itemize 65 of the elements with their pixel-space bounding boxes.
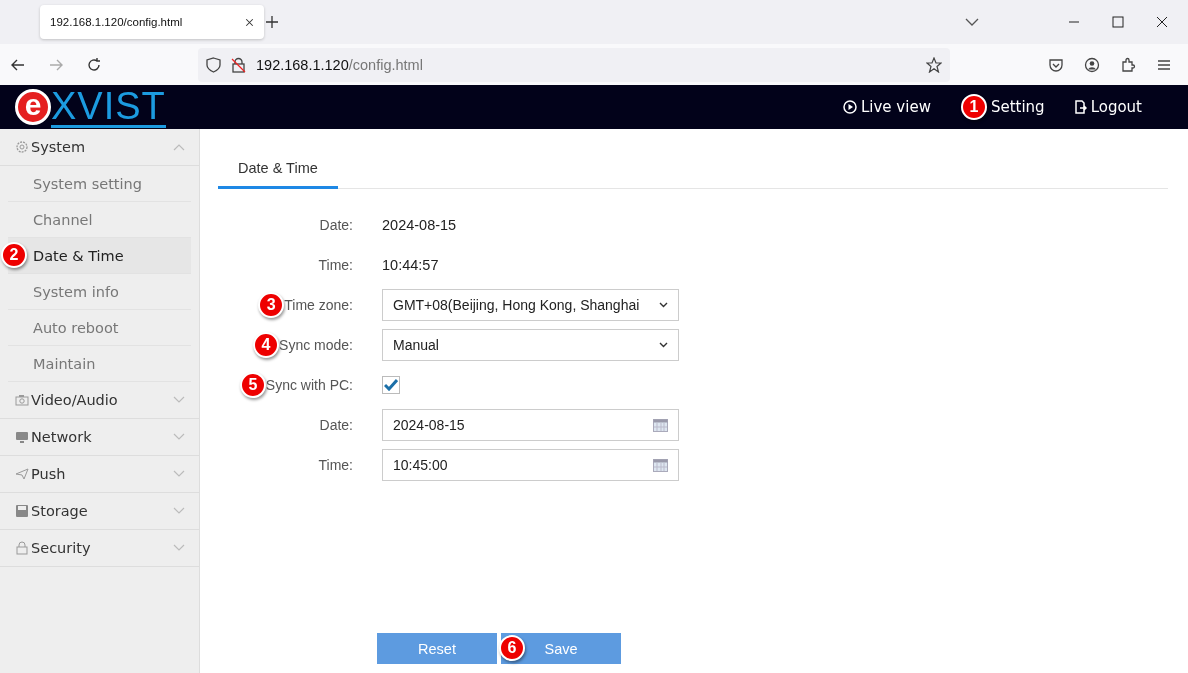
input-field[interactable]: 10:45:00 (382, 449, 679, 481)
chevron-icon (173, 433, 185, 441)
nav-link[interactable]: Setting (990, 98, 1045, 116)
logout-icon (1074, 100, 1087, 114)
plus-icon[interactable] (264, 14, 280, 30)
sidebar-item[interactable]: System info (8, 274, 191, 310)
sidebar-group[interactable]: Video/Audio (0, 382, 199, 419)
sidebar-group[interactable]: Storage (0, 493, 199, 530)
input-field[interactable]: 2024-08-15 (382, 409, 679, 441)
checkbox[interactable] (382, 376, 400, 394)
field-label: Time zone: (284, 297, 353, 313)
action-button[interactable]: 6 Save (501, 633, 621, 664)
sidebar-group[interactable]: Push (0, 456, 199, 493)
monitor-icon (15, 430, 29, 444)
value-text: 2024-08-15 (382, 216, 458, 235)
callout-badge: 4 (253, 332, 280, 358)
maximize-icon[interactable] (1110, 14, 1126, 30)
field-label: Sync with PC: (265, 377, 353, 393)
pocket-icon[interactable] (1048, 56, 1064, 73)
lock-icon (15, 541, 29, 555)
chevron-icon (173, 507, 185, 515)
field-label: Sync mode: (279, 337, 353, 353)
chevron-icon (173, 470, 185, 478)
value-text: 10:44:57 (382, 256, 440, 275)
chevron-icon (659, 302, 668, 308)
camera-icon (15, 393, 29, 407)
chevron-icon (173, 143, 185, 151)
sidebar-item[interactable]: Auto reboot (8, 310, 191, 346)
field-label: Time: (318, 257, 353, 273)
sidebar-item[interactable]: System setting (8, 166, 191, 202)
extensions-icon[interactable] (1120, 56, 1136, 73)
gear-icon (15, 140, 29, 154)
sidebar-group[interactable]: Security (0, 530, 199, 567)
sidebar-group[interactable]: System (0, 129, 199, 166)
address-bar[interactable]: 192.168.1.120/config.html (198, 47, 950, 82)
calendar-icon (653, 418, 668, 432)
chevron-icon (173, 544, 185, 552)
play-icon (842, 100, 857, 114)
nav-link[interactable]: Logout (1074, 98, 1142, 116)
callout-badge: 3 (258, 292, 285, 318)
select-field[interactable]: Manual (382, 329, 679, 361)
insecure-lock-icon (231, 56, 246, 73)
callout-badge: 5 (239, 372, 266, 398)
field-label: Date: (319, 417, 353, 433)
browser-tab[interactable]: 192.168.1.120/config.html (40, 5, 264, 39)
select-field[interactable]: GMT+08(Beijing, Hong Kong, Shanghai (382, 289, 679, 321)
callout-badge: 2 (1, 242, 27, 268)
chevron-icon (659, 342, 668, 348)
callout-badge: 1 (960, 94, 987, 120)
chevron-icon (173, 396, 185, 404)
nav-link[interactable]: Live view (842, 98, 931, 116)
callout-badge: 6 (499, 635, 525, 661)
calendar-icon (653, 458, 668, 472)
shield-icon (206, 56, 221, 73)
field-label: Date: (319, 217, 353, 233)
sidebar-item[interactable]: Maintain (8, 346, 191, 382)
field-label: Time: (318, 457, 353, 473)
tab[interactable]: Date & Time (218, 151, 338, 189)
star-icon[interactable] (926, 56, 942, 73)
close-icon[interactable] (1154, 14, 1170, 30)
reload-icon[interactable] (86, 56, 102, 73)
send-icon (15, 467, 29, 481)
logo-mark: e (15, 89, 51, 125)
account-icon[interactable] (1084, 56, 1100, 73)
sidebar-group[interactable]: Network (0, 419, 199, 456)
